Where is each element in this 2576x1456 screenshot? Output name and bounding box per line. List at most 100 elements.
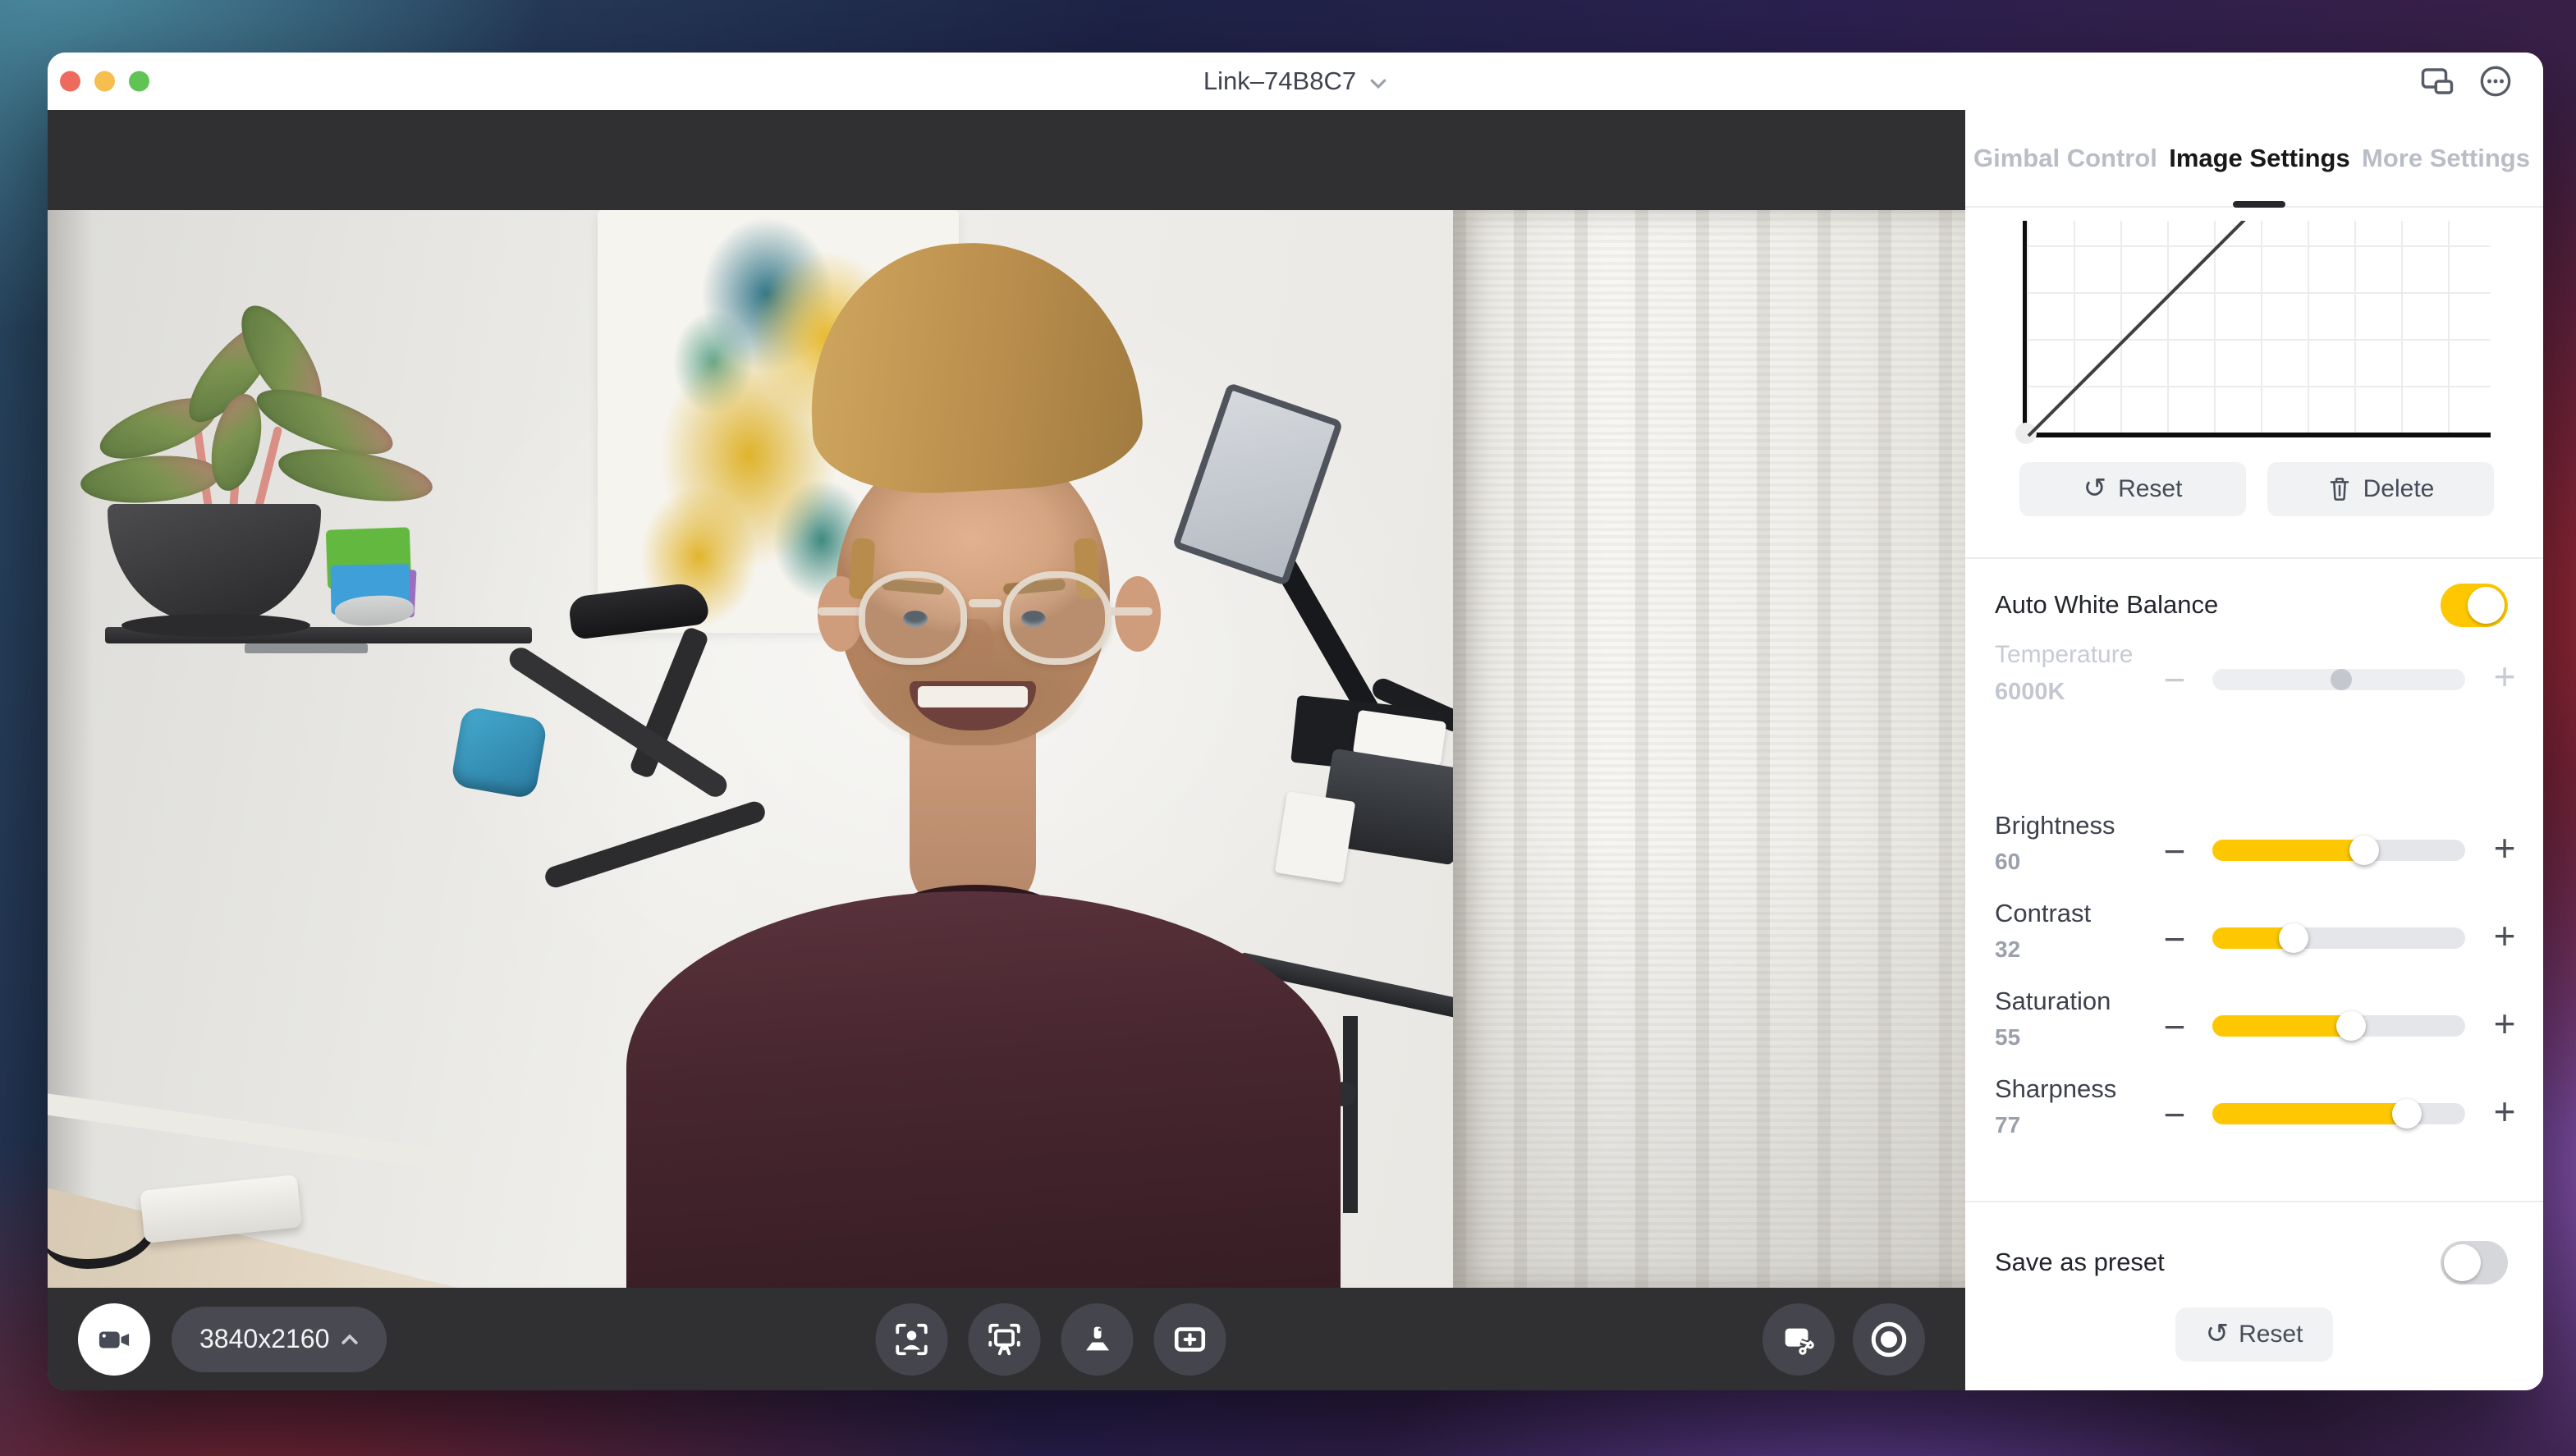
settings-reset-label: Reset: [2239, 1321, 2303, 1348]
window-curtain: [1453, 210, 1965, 1288]
tab-image[interactable]: Image Settings: [2169, 110, 2350, 206]
slider-value: 60: [1995, 849, 2020, 875]
chevron-down-icon: [1369, 78, 1387, 89]
slider-track[interactable]: [2212, 840, 2465, 861]
video-camera-icon: [95, 1323, 133, 1356]
whiteboard-mode-icon: [986, 1321, 1024, 1358]
slider-knob[interactable]: [2392, 1099, 2422, 1129]
section-divider: [1965, 557, 2543, 559]
toggle-knob: [2468, 587, 2505, 624]
blue-foam-roller: [450, 706, 548, 800]
video-stage: 3840x2160: [48, 110, 1965, 1390]
slider-value: 55: [1995, 1024, 2020, 1051]
close-button[interactable]: [60, 71, 80, 92]
glasses-bridge: [969, 599, 1002, 607]
slider-track[interactable]: [2212, 927, 2465, 949]
curve-delete-button[interactable]: Delete: [2267, 462, 2494, 516]
more-options-icon[interactable]: [2479, 65, 2512, 98]
slider-label: Brightness: [1995, 811, 2115, 840]
slider-row: Brightness 60 − +: [1965, 801, 2543, 889]
temperature-label: Temperature: [1995, 641, 2133, 669]
camera-preview: [48, 210, 1965, 1288]
tab-more[interactable]: More Settings: [2362, 110, 2530, 206]
desktop-background: Link–74B8C7: [0, 0, 2576, 1456]
slider-fill: [2212, 1103, 2407, 1124]
slider-increase-button[interactable]: +: [2484, 1092, 2525, 1130]
slider-value: 32: [1995, 936, 2020, 963]
slider-knob[interactable]: [2336, 1011, 2366, 1041]
plant-saucer: [121, 614, 310, 637]
auto-white-balance-row: Auto White Balance: [1995, 579, 2508, 631]
reset-icon: ↺: [2206, 1320, 2230, 1348]
glasses-left-lens: [859, 571, 967, 665]
clip-crop-button[interactable]: [1762, 1303, 1835, 1376]
slider-fill: [2212, 1015, 2351, 1037]
face-tracking-button[interactable]: [876, 1303, 948, 1376]
slider-decrease-button[interactable]: −: [2154, 920, 2195, 958]
image-sliders: Brightness 60 − + Contrast 32 − + Satura…: [1965, 801, 2543, 1152]
power-strip: [140, 1174, 302, 1243]
slider-knob[interactable]: [2349, 836, 2379, 865]
save-as-preset-toggle[interactable]: [2441, 1241, 2508, 1284]
slider-increase-button[interactable]: +: [2484, 917, 2525, 955]
tone-curve-chart[interactable]: [2023, 221, 2491, 437]
clip-crop-icon: [1780, 1321, 1817, 1358]
shelf-bracket: [245, 643, 368, 653]
curve-delete-label: Delete: [2363, 475, 2435, 503]
window-title-group[interactable]: Link–74B8C7: [1203, 66, 1387, 96]
slider-increase-button[interactable]: +: [2484, 829, 2525, 867]
curve-reset-label: Reset: [2118, 475, 2182, 503]
temperature-decrease-button[interactable]: −: [2154, 661, 2195, 698]
auto-white-balance-toggle[interactable]: [2441, 584, 2508, 627]
resolution-value: 3840x2160: [199, 1324, 329, 1354]
reset-icon: ↺: [2083, 474, 2107, 502]
glasses-right-lens: [1003, 571, 1112, 665]
tab-gimbal[interactable]: Gimbal Control: [1973, 110, 2157, 206]
slider-decrease-button[interactable]: −: [2154, 1008, 2195, 1046]
toggle-knob: [2444, 1244, 2481, 1281]
slider-track[interactable]: [2212, 1103, 2465, 1124]
minimize-button[interactable]: [94, 71, 115, 92]
person-torso: [626, 891, 1341, 1288]
temperature-value: 6000K: [1995, 679, 2065, 706]
zoom-button[interactable]: [129, 71, 149, 92]
record-button[interactable]: [1853, 1303, 1925, 1376]
white-box: [1275, 791, 1356, 883]
tone-curve-line: [2027, 221, 2495, 437]
slider-increase-button[interactable]: +: [2484, 1005, 2525, 1042]
slider-fill: [2212, 840, 2364, 861]
settings-reset-button[interactable]: ↺ Reset: [2175, 1307, 2333, 1362]
titlebar: Link–74B8C7: [48, 53, 2543, 110]
slider-knob[interactable]: [2279, 923, 2308, 953]
curve-reset-button[interactable]: ↺ Reset: [2019, 462, 2246, 516]
slider-label: Saturation: [1995, 987, 2111, 1016]
slider-label: Sharpness: [1995, 1074, 2116, 1104]
image-settings-body: ↺ Reset Delete Auto White Balance: [1965, 208, 2543, 1390]
desk-mode-button[interactable]: [1061, 1303, 1134, 1376]
save-as-preset-row: Save as preset: [1995, 1236, 2508, 1289]
camera-toggle-button[interactable]: [78, 1303, 150, 1376]
slider-row: Contrast 32 − +: [1965, 889, 2543, 977]
glasses-arm: [818, 607, 864, 616]
temperature-thumb[interactable]: [2331, 669, 2352, 690]
slider-decrease-button[interactable]: −: [2154, 1096, 2195, 1133]
custom-frame-button[interactable]: [1154, 1303, 1226, 1376]
record-icon: [1868, 1319, 1909, 1360]
whiteboard-mode-button[interactable]: [969, 1303, 1041, 1376]
save-as-preset-label: Save as preset: [1995, 1248, 2165, 1277]
slider-value: 77: [1995, 1112, 2020, 1138]
slider-decrease-button[interactable]: −: [2154, 832, 2195, 870]
temperature-increase-button[interactable]: +: [2484, 657, 2525, 695]
traffic-lights: [60, 71, 149, 92]
slider-row: Saturation 55 − +: [1965, 977, 2543, 1065]
picture-in-picture-icon[interactable]: [2420, 66, 2455, 96]
tabs: Gimbal ControlImage SettingsMore Setting…: [1965, 110, 2543, 208]
slider-track[interactable]: [2212, 1015, 2465, 1037]
auto-white-balance-label: Auto White Balance: [1995, 590, 2218, 620]
window-title: Link–74B8C7: [1203, 66, 1356, 96]
temperature-slider[interactable]: [2212, 669, 2465, 690]
settings-panel: Gimbal ControlImage SettingsMore Setting…: [1965, 110, 2543, 1390]
slider-row: Sharpness 77 − +: [1965, 1065, 2543, 1152]
resolution-selector[interactable]: 3840x2160: [172, 1307, 387, 1372]
plant-pot: [108, 504, 321, 623]
